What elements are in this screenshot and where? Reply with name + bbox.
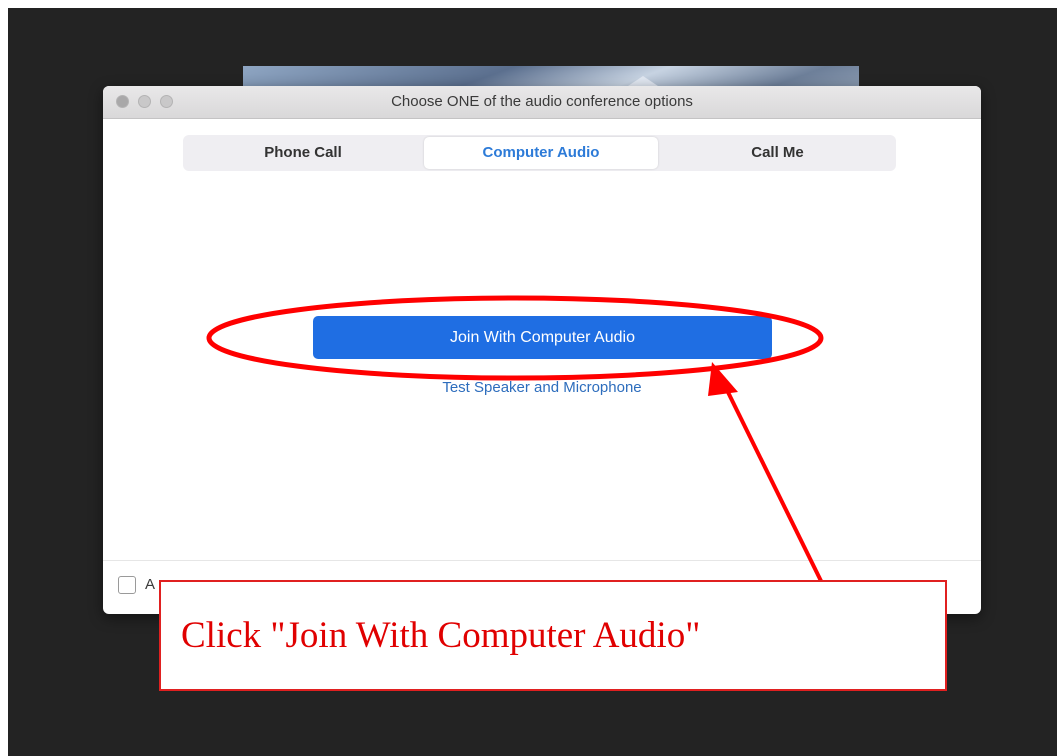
instruction-callout: Click "Join With Computer Audio" bbox=[159, 580, 947, 691]
highlight-ellipse bbox=[206, 295, 824, 381]
arrow-shaft bbox=[720, 379, 824, 584]
callout-text: Click "Join With Computer Audio" bbox=[181, 615, 701, 656]
